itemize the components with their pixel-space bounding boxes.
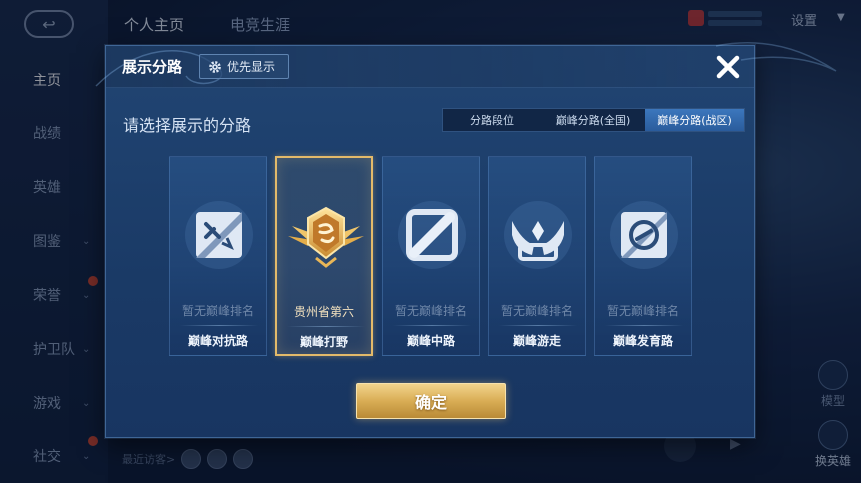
tab-peak-national[interactable]: 巅峰分路(全国): [541, 109, 645, 131]
priority-display-button[interactable]: 优先显示: [199, 54, 289, 79]
lane-name: 巅峰对抗路: [187, 334, 248, 348]
target-icon: [610, 201, 678, 269]
lane-card-list: 暂无巅峰排名 巅峰对抗路 贵州省第六 巅峰打野 暂无巅峰排名 巅峰中路 暂无巅峰…: [169, 156, 693, 356]
tab-peak-region[interactable]: 巅峰分路(战区): [645, 109, 744, 131]
lane-display-dialog: 展示分路 优先显示 请选择展示的分路 分路段位 巅峰分路(全国) 巅峰分路(战区…: [95, 42, 837, 438]
diagonal-lane-icon: [398, 201, 466, 269]
tab-lane-rank[interactable]: 分路段位: [443, 109, 541, 131]
lane-name: 巅峰中路: [406, 334, 455, 348]
close-icon: [716, 55, 740, 79]
sword-shield-icon: [185, 201, 253, 269]
wings-icon: [504, 201, 572, 269]
lane-card-roam[interactable]: 暂无巅峰排名 巅峰游走: [488, 156, 586, 356]
lane-rank-text: 暂无巅峰排名: [606, 304, 679, 318]
gold-wing-emblem-icon: [288, 206, 364, 268]
lane-name: 巅峰打野: [299, 335, 348, 349]
lane-rank-text: 暂无巅峰排名: [394, 304, 467, 318]
lane-rank-text: 暂无巅峰排名: [500, 304, 573, 318]
confirm-button[interactable]: 确定: [356, 383, 506, 419]
lane-name: 巅峰游走: [512, 334, 561, 348]
lane-card-mid[interactable]: 暂无巅峰排名 巅峰中路: [382, 156, 480, 356]
gear-icon: [209, 60, 221, 73]
dialog-subtitle: 请选择展示的分路: [123, 116, 252, 135]
dialog-title: 展示分路: [122, 58, 183, 76]
close-button[interactable]: [711, 50, 745, 84]
lane-card-farm[interactable]: 暂无巅峰排名 巅峰发育路: [594, 156, 692, 356]
lane-mode-tabs: 分路段位 巅峰分路(全国) 巅峰分路(战区): [442, 108, 745, 132]
lane-card-clash[interactable]: 暂无巅峰排名 巅峰对抗路: [169, 156, 267, 356]
lane-rank-text: 贵州省第六: [293, 305, 354, 319]
lane-card-jungle[interactable]: 贵州省第六 巅峰打野: [275, 156, 373, 356]
lane-name: 巅峰发育路: [612, 334, 673, 348]
lane-rank-text: 暂无巅峰排名: [181, 304, 254, 318]
